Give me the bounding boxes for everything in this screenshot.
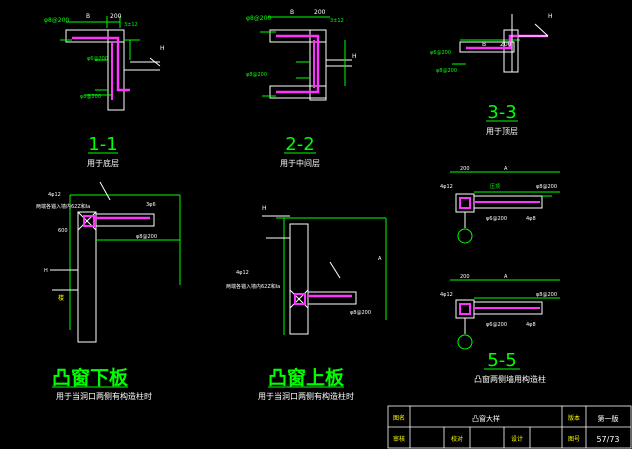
s1-rebar-3phi12: 3±12: [124, 22, 138, 28]
tb-sheet-number: 57/73: [596, 435, 619, 444]
s2-rebar-phi8b: φ8@200: [246, 72, 267, 78]
title-lower-plate: 凸窗下板: [52, 366, 129, 389]
upper-note-anchor: 两端各锚入墙内62Z和la: [226, 283, 280, 290]
section-4-detail: [450, 171, 560, 244]
upper-dim-h: H: [262, 205, 267, 212]
s5-dim-200: 200: [460, 274, 470, 280]
lower-note-anchor: 两端各锚入墙内62Z和la: [36, 203, 90, 210]
caption-3-3: 用于顶层: [486, 127, 518, 136]
s3-dim-h: H: [548, 13, 553, 20]
caption-upper-plate: 用于当洞口两侧有构造柱时: [258, 391, 354, 401]
s3-dim-b: B: [482, 41, 486, 48]
s4-note-beam: 压顶: [490, 184, 500, 190]
tb-label-check: 校对: [451, 435, 463, 443]
upper-rebar-4phi12: 4φ12: [236, 270, 249, 276]
s2-dim-200: 200: [314, 9, 326, 16]
s1-dim-200: 200: [110, 13, 122, 20]
section-2-2-detail: [260, 16, 352, 101]
title-block: [387, 405, 632, 449]
s4-dim-a: A: [504, 166, 508, 172]
s5-rebar-4phi8: 4φ8: [526, 322, 536, 328]
s5-rebar-phi6: φ6@200: [486, 322, 507, 328]
lower-rebar-4phi12: 4φ12: [48, 192, 61, 198]
s1-dim-h: H: [160, 45, 165, 52]
s3-rebar-phi8: φ8@200: [436, 68, 457, 74]
s5-dim-a: A: [504, 274, 508, 280]
s2-dim-b: B: [290, 9, 294, 16]
s1-rebar-phi6: φ6@200: [87, 56, 108, 62]
upper-dim-a: A: [378, 256, 382, 262]
lower-note-slab: 楼: [58, 294, 64, 302]
s4-rebar-phi8: φ8@200: [536, 184, 557, 190]
title-2-2: 2-2: [285, 134, 314, 155]
s5-rebar-phi8: φ8@200: [536, 292, 557, 298]
drawing-canvas: φ8@200 B 200 3±12 H φ6@200 φ8@200 φ8@200…: [36, 9, 632, 449]
tb-drawing-name: 凸窗大样: [472, 414, 500, 423]
s1-rebar-phi8b: φ8@200: [80, 94, 101, 100]
title-3-3: 3-3: [487, 102, 516, 123]
caption-5-5: 凸窗两侧墙用构造柱: [474, 374, 546, 384]
s4-rebar-phi6: φ6@200: [486, 216, 507, 222]
tb-label-sheet: 图号: [568, 436, 580, 443]
lower-rebar-3phi6: 3φ6: [146, 202, 156, 208]
tb-version: 第一版: [598, 414, 619, 423]
title-5-5: 5-5: [487, 350, 516, 371]
s2-rebar-label: φ8@200: [246, 15, 271, 22]
title-1-1: 1-1: [88, 134, 117, 155]
lower-dim-600: 600: [58, 228, 68, 234]
s2-dim-h: H: [352, 53, 357, 60]
s5-rebar-4phi12: 4φ12: [440, 292, 453, 298]
caption-lower-plate: 用于当洞口两侧有构造柱时: [56, 391, 152, 401]
section-1-1-detail: [60, 16, 161, 111]
s4-dim-200: 200: [460, 166, 470, 172]
s3-dim-200: 200: [500, 41, 512, 48]
upper-rebar-phi8: φ8@200: [350, 310, 371, 316]
tb-label-design: 设计: [511, 435, 523, 443]
s3-rebar-phi6: φ6@200: [430, 50, 451, 56]
s4-rebar-4phi12: 4φ12: [440, 184, 453, 190]
cad-drawing: φ8@200 B 200 3±12 H φ6@200 φ8@200 φ8@200…: [0, 0, 632, 449]
s4-rebar-4phi8: 4φ8: [526, 216, 536, 222]
s1-dim-b: B: [86, 13, 90, 20]
section-5-5-detail: [450, 279, 560, 350]
lower-rebar-phi8: φ8@200: [136, 234, 157, 240]
caption-1-1: 用于底层: [87, 158, 119, 168]
upper-plate-detail: [262, 215, 387, 335]
s1-rebar-label: φ8@200: [44, 17, 69, 24]
tb-label-version: 版本: [568, 414, 580, 422]
caption-2-2: 用于中间层: [280, 158, 320, 168]
tb-label-drawing: 图名: [393, 414, 405, 422]
lower-dim-h: H: [44, 268, 48, 274]
tb-label-review: 审核: [393, 435, 405, 443]
title-upper-plate: 凸窗上板: [268, 366, 345, 389]
s2-rebar-3phi12: 3±12: [330, 18, 344, 24]
